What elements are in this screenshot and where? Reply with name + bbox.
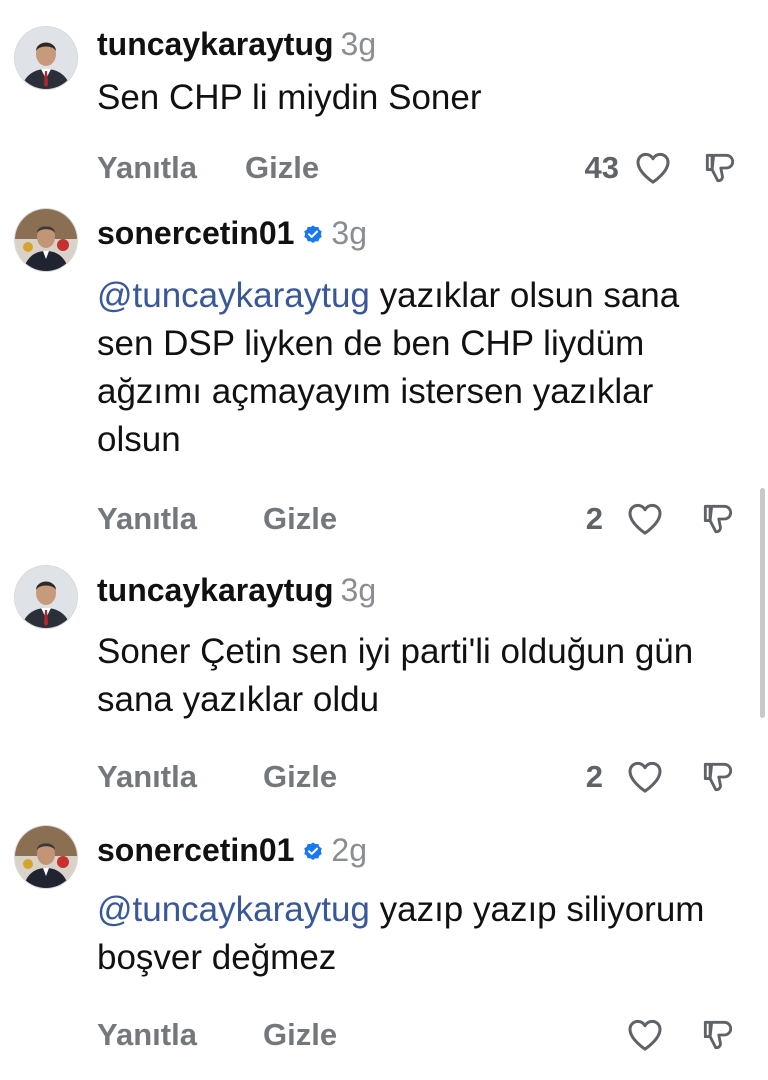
comment-actions: Yanıtla Gizle 2 (97, 497, 737, 541)
avatar[interactable] (15, 27, 77, 89)
comment-text: Soner Çetin sen iyi parti'li olduğun gün… (97, 628, 737, 724)
comment-text: @tuncaykaraytug yazıp yazıp siliyorum bo… (97, 886, 737, 982)
mention-link[interactable]: @tuncaykaraytug (97, 890, 370, 929)
comment-actions: Yanıtla Gizle (97, 1013, 737, 1057)
dislike-icon[interactable] (699, 1016, 737, 1054)
hide-button[interactable]: Gizle (263, 755, 337, 799)
dislike-icon[interactable] (701, 149, 739, 187)
dislike-icon[interactable] (699, 758, 737, 796)
verified-badge-icon (304, 224, 323, 243)
username[interactable]: tuncaykaraytug (97, 572, 334, 609)
like-count: 2 (585, 759, 603, 794)
timestamp: 3g (331, 215, 368, 251)
timestamp: 3g (340, 572, 377, 608)
heart-icon[interactable] (633, 148, 673, 188)
reply-button[interactable]: Yanıtla (97, 146, 197, 190)
comment-text: @tuncaykaraytug yazıklar olsun sana sen … (97, 272, 737, 464)
reply-button[interactable]: Yanıtla (97, 755, 197, 799)
reply-button[interactable]: Yanıtla (97, 497, 197, 541)
comment-body: Sen CHP li miydin Soner (97, 78, 482, 117)
hide-button[interactable]: Gizle (245, 146, 319, 190)
comment-body: Soner Çetin sen iyi parti'li olduğun gün… (97, 632, 694, 719)
comment-actions: Yanıtla Gizle 43 (97, 146, 737, 190)
heart-icon[interactable] (625, 757, 665, 797)
hide-button[interactable]: Gizle (263, 1013, 337, 1057)
avatar[interactable] (15, 566, 77, 628)
like-count: 2 (585, 501, 603, 536)
verified-badge-icon (304, 841, 323, 860)
comment-text: Sen CHP li miydin Soner (97, 74, 737, 122)
avatar[interactable] (15, 209, 77, 271)
username[interactable]: sonercetin01 (97, 832, 294, 869)
hide-button[interactable]: Gizle (263, 497, 337, 541)
heart-icon[interactable] (625, 1015, 665, 1055)
username[interactable]: sonercetin01 (97, 215, 294, 252)
avatar[interactable] (15, 826, 77, 888)
mention-link[interactable]: @tuncaykaraytug (97, 276, 370, 315)
like-count: 43 (584, 150, 619, 185)
comment-actions: Yanıtla Gizle 2 (97, 755, 737, 799)
scrollbar[interactable] (760, 488, 765, 718)
heart-icon[interactable] (625, 499, 665, 539)
timestamp: 3g (340, 26, 377, 62)
username[interactable]: tuncaykaraytug (97, 26, 334, 63)
timestamp: 2g (331, 832, 368, 868)
reply-button[interactable]: Yanıtla (97, 1013, 197, 1057)
dislike-icon[interactable] (699, 500, 737, 538)
